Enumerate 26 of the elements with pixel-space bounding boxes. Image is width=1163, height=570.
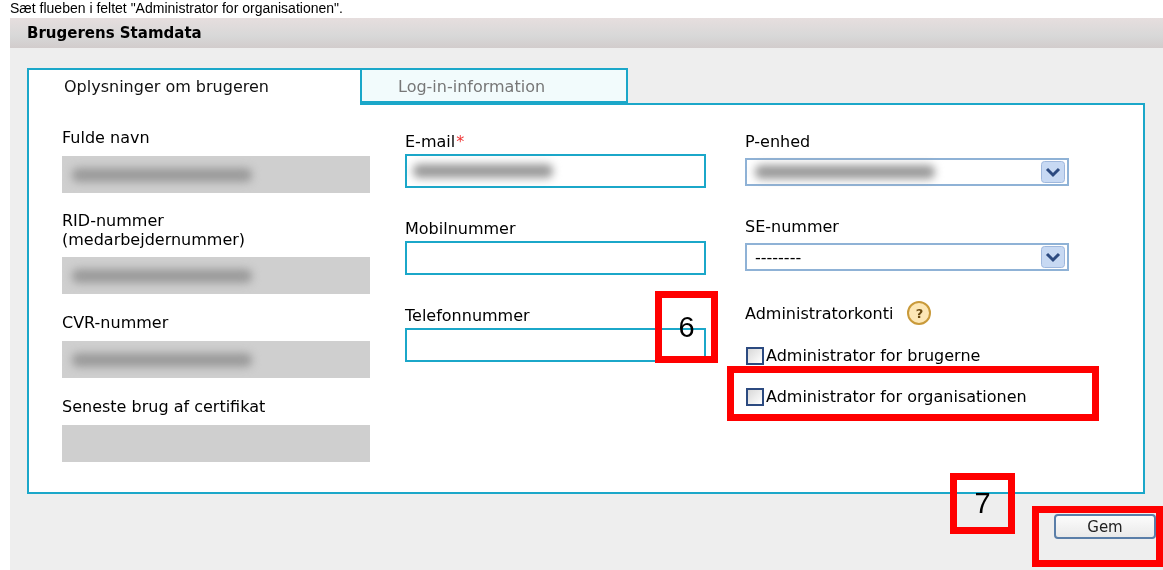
input-field[interactable] <box>405 241 706 275</box>
checkbox[interactable] <box>746 346 764 365</box>
field-label: RID-nummer (medarbejdernummer) <box>62 211 247 249</box>
field-label: Mobilnummer <box>405 219 516 238</box>
field-label: Administratorkonti <box>745 303 894 323</box>
instruction-text: Sæt flueben i feltet "Administrator for organisationen". <box>9 0 344 18</box>
field-label: E-mail <box>405 132 456 151</box>
field-label: Telefonnummer <box>405 306 530 325</box>
field-label: SE-nummer <box>745 217 839 236</box>
required-mark: * <box>456 132 465 151</box>
help-icon[interactable]: ? <box>907 301 932 325</box>
save-button[interactable]: Gem <box>1054 514 1156 539</box>
tab[interactable]: Log-in-information <box>362 68 628 103</box>
field-label: Seneste brug af certifikat <box>62 397 266 416</box>
field-label: P-enhed <box>745 132 811 151</box>
checkbox-label[interactable]: Administrator for organisationen <box>766 387 1027 406</box>
field-label: CVR-nummer <box>62 313 169 332</box>
checkbox[interactable] <box>746 387 764 406</box>
dropdown[interactable]: -------- <box>745 243 1069 271</box>
dropdown-value: -------- <box>755 247 802 267</box>
section-title: Brugerens Stamdata <box>27 24 202 42</box>
callout-number: 7 <box>950 473 1015 534</box>
field-label: Fulde navn <box>62 128 150 147</box>
checkbox-label[interactable]: Administrator for brugerne <box>766 346 981 365</box>
tab[interactable]: Oplysninger om brugeren <box>27 68 362 105</box>
input-field[interactable] <box>405 154 706 188</box>
